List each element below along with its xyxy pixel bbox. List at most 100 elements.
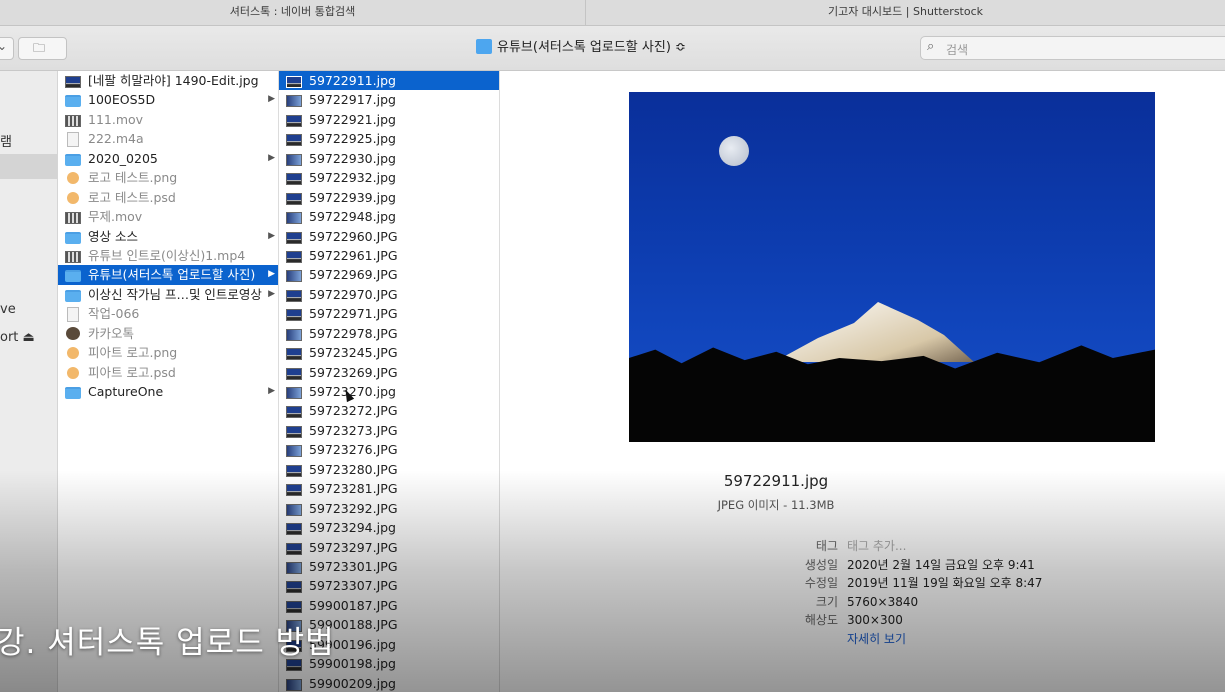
tab-shutterstock-dashboard[interactable]: 기고자 대시보드 | Shutterstock xyxy=(586,0,1225,25)
path-label: 유튜브(셔터스톡 업로드할 사진) ≎ xyxy=(497,40,686,55)
list-item[interactable]: 100EOS5D ▶ xyxy=(58,90,278,109)
file-row[interactable]: 59722948.jpg xyxy=(279,207,499,226)
document-icon xyxy=(67,307,79,323)
file-row[interactable]: 59722978.JPG xyxy=(279,324,499,343)
image-thumbnail-icon xyxy=(286,95,302,108)
list-item-label: 피아트 로고.psd xyxy=(88,364,176,380)
list-item[interactable]: 피아트 로고.png xyxy=(58,343,278,362)
list-item-label: 이상신 작가님 프…및 인트로영상 xyxy=(88,286,262,302)
search-field[interactable]: ⌕ 검색 xyxy=(920,36,1225,60)
file-row[interactable]: 59722925.jpg xyxy=(279,129,499,148)
list-item[interactable]: 111.mov xyxy=(58,110,278,129)
file-name: 59723307.JPG xyxy=(309,578,398,594)
list-item[interactable]: 로고 테스트.png xyxy=(58,168,278,187)
file-row[interactable]: 59722969.JPG xyxy=(279,265,499,284)
disclosure-arrow-icon: ▶ xyxy=(268,386,275,396)
file-row[interactable]: 59722960.JPG xyxy=(279,227,499,246)
new-folder-button[interactable]: 🗀 xyxy=(18,37,67,60)
list-item-label: 카카오톡 xyxy=(88,325,135,341)
file-name: 59722961.JPG xyxy=(309,247,398,263)
file-row[interactable]: 59723276.JPG xyxy=(279,440,499,459)
image-thumbnail-icon xyxy=(286,445,302,458)
file-row[interactable]: 59723297.JPG xyxy=(279,538,499,557)
list-item[interactable]: 무제.mov xyxy=(58,207,278,226)
sidebar-item-applications[interactable]: 램 xyxy=(0,131,12,150)
image-thumbnail-icon xyxy=(286,581,302,594)
search-icon: ⌕ xyxy=(927,39,935,54)
file-row[interactable]: 59723301.JPG xyxy=(279,557,499,576)
image-thumbnail-icon xyxy=(286,348,302,361)
file-row[interactable]: 59723269.JPG xyxy=(279,363,499,382)
file-name: 59723294.jpg xyxy=(309,520,396,536)
list-item[interactable]: 유튜브 인트로(이상신)1.mp4 xyxy=(58,246,278,265)
image-thumbnail-icon xyxy=(286,173,302,186)
list-item[interactable]: 222.m4a xyxy=(58,129,278,148)
file-name: 59722948.jpg xyxy=(309,209,396,225)
file-row[interactable]: 59722911.jpg xyxy=(279,71,499,91)
list-item[interactable]: CaptureOne ▶ xyxy=(58,382,278,401)
file-row[interactable]: 59723292.JPG xyxy=(279,499,499,518)
file-row[interactable]: 59723272.JPG xyxy=(279,401,499,420)
file-row[interactable]: 59723280.JPG xyxy=(279,460,499,479)
sidebar-selected-item[interactable] xyxy=(0,154,57,179)
meta-value: 2020년 2월 14일 금요일 오후 9:41 xyxy=(847,557,1035,572)
list-item-label: 유튜브(셔터스톡 업로드할 사진) xyxy=(88,267,256,283)
list-item[interactable]: 작업-066 xyxy=(58,304,278,323)
file-row[interactable]: 59723270.jpg xyxy=(279,382,499,401)
list-item[interactable]: 로고 테스트.psd xyxy=(58,188,278,207)
file-name: 59722970.JPG xyxy=(309,286,398,302)
file-name: 59723276.JPG xyxy=(309,442,398,458)
file-name: 59900187.JPG xyxy=(309,597,398,613)
file-row[interactable]: 59722971.JPG xyxy=(279,304,499,323)
file-name: 59723297.JPG xyxy=(309,539,398,555)
image-icon xyxy=(65,76,81,88)
add-tag-field[interactable]: 태그 추가... xyxy=(847,537,906,556)
file-row[interactable]: 59722970.JPG xyxy=(279,285,499,304)
view-options-button[interactable]: ⌄ xyxy=(0,37,14,60)
path-popup-button[interactable]: 유튜브(셔터스톡 업로드할 사진) ≎ xyxy=(476,36,686,60)
image-thumbnail-icon xyxy=(286,600,302,613)
list-item[interactable]: 피아트 로고.psd xyxy=(58,363,278,382)
mountain-peak-shape xyxy=(774,302,974,362)
file-name: 59900209.jpg xyxy=(309,675,396,691)
list-item[interactable]: 2020_0205 ▶ xyxy=(58,149,278,168)
file-row[interactable]: 59900209.jpg xyxy=(279,674,499,692)
file-row[interactable]: 59723273.JPG xyxy=(279,421,499,440)
list-item[interactable]: 카카오톡 xyxy=(58,324,278,343)
list-item-label: [네팔 히말라야] 1490-Edit.jpg xyxy=(88,73,259,88)
file-name: 59722917.jpg xyxy=(309,92,396,108)
file-name: 59722930.jpg xyxy=(309,150,396,166)
talk-icon xyxy=(66,326,80,340)
file-row[interactable]: 59723281.JPG xyxy=(279,479,499,498)
finder-column-folder: [네팔 히말라야] 1490-Edit.jpg 100EOS5D ▶ 111.mov 2… xyxy=(58,71,279,692)
file-row[interactable]: 59723245.JPG xyxy=(279,343,499,362)
disclosure-arrow-icon: ▶ xyxy=(268,152,275,163)
file-name: 59723292.JPG xyxy=(309,500,398,516)
meta-value: 300×300 xyxy=(847,613,903,628)
browser-tab-bar: 셔터스톡 : 네이버 통합검색 기고자 대시보드 | Shutterstock xyxy=(0,0,1225,26)
file-row[interactable]: 59722921.jpg xyxy=(279,110,499,129)
file-name: 59722932.jpg xyxy=(309,170,396,186)
list-item[interactable]: [네팔 히말라야] 1490-Edit.jpg xyxy=(58,71,278,90)
file-row[interactable]: 59900187.JPG xyxy=(279,596,499,615)
file-row[interactable]: 59722930.jpg xyxy=(279,149,499,168)
meta-key: 크기 xyxy=(815,594,838,609)
file-row[interactable]: 59722939.jpg xyxy=(279,188,499,207)
sidebar-item-eject-volume[interactable]: ort ⏏ xyxy=(0,330,35,345)
disclosure-arrow-icon: ▶ xyxy=(268,269,275,280)
sidebar-item-drive[interactable]: ve xyxy=(0,302,16,317)
list-item[interactable]: 유튜브(셔터스톡 업로드할 사진) ▶ xyxy=(58,265,278,285)
tab-naver-search[interactable]: 셔터스톡 : 네이버 통합검색 xyxy=(0,0,585,25)
list-item[interactable]: 영상 소스 ▶ xyxy=(58,227,278,246)
file-row[interactable]: 59722917.jpg xyxy=(279,90,499,109)
finder-sidebar: 램 ve ort ⏏ xyxy=(0,71,58,692)
file-row[interactable]: 59722932.jpg xyxy=(279,168,499,187)
folder-icon xyxy=(65,270,81,283)
file-row[interactable]: 59723307.JPG xyxy=(279,576,499,595)
show-more-link[interactable]: 자세히 보기 xyxy=(847,630,906,649)
preview-filename: 59722911.jpg xyxy=(723,472,829,490)
list-item[interactable]: 이상신 작가님 프…및 인트로영상 ▶ xyxy=(58,285,278,304)
file-row[interactable]: 59722961.JPG xyxy=(279,246,499,265)
file-row[interactable]: 59723294.jpg xyxy=(279,518,499,537)
meta-key: 해상도 xyxy=(804,613,838,628)
